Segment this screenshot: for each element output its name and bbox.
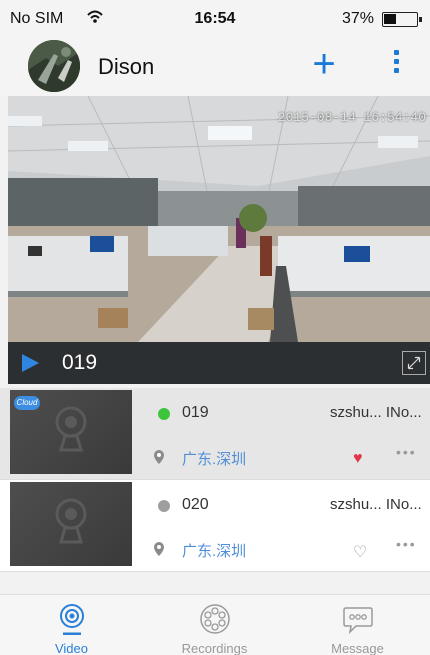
tab-label: Recordings [181, 641, 248, 655]
webcam-icon [55, 406, 87, 452]
video-timestamp: 2015-08-14 16:54:40 [277, 110, 426, 125]
status-bar: No SIM 16:54 37% [0, 0, 430, 36]
location-pin-icon [154, 450, 164, 464]
device-name: 019 [182, 404, 209, 421]
battery-percent: 37% [341, 10, 374, 27]
webcam-icon [55, 498, 87, 544]
location-pin-icon [154, 542, 164, 556]
fullscreen-icon[interactable] [402, 351, 426, 375]
avatar[interactable] [28, 40, 80, 92]
list-item[interactable]: Cloud 019 szshu... INo... 广东.深圳 ♥ ••• [0, 388, 430, 480]
favorite-heart-icon[interactable]: ♡ [353, 542, 367, 562]
offline-status-dot [158, 500, 170, 512]
live-camera-name: 019 [62, 351, 98, 374]
more-dot-icon [393, 50, 399, 55]
device-owner: szshu... INo... [330, 404, 422, 421]
device-thumbnail [10, 482, 132, 566]
favorite-heart-icon[interactable]: ♥ [353, 450, 363, 468]
more-dot-icon [393, 68, 399, 73]
chat-bubble-icon [343, 607, 373, 635]
tab-video[interactable]: Video [0, 595, 143, 655]
film-reel-icon [200, 604, 230, 634]
tab-label: Message [331, 641, 384, 655]
device-list: Cloud 019 szshu... INo... 广东.深圳 ♥ ••• 02… [0, 388, 430, 572]
video-control-bar: 019 [8, 342, 430, 384]
device-more-button[interactable]: ••• [396, 536, 417, 552]
tab-recordings[interactable]: Recordings [143, 595, 286, 655]
more-dot-icon [393, 59, 399, 64]
device-location: 广东.深圳 [182, 451, 247, 468]
more-menu-button[interactable] [384, 46, 408, 86]
device-more-button[interactable]: ••• [396, 444, 417, 460]
app-header: Dison + [0, 36, 430, 96]
device-owner: szshu... INo... [330, 496, 422, 513]
tab-label: Video [54, 641, 88, 655]
bird-photo-icon [28, 40, 80, 92]
device-name: 020 [182, 496, 209, 513]
live-video-feed[interactable]: 2015-08-14 16:54:40 [8, 96, 430, 342]
camera-icon [60, 604, 84, 635]
play-icon[interactable] [20, 353, 40, 373]
username: Dison [98, 54, 155, 79]
add-device-button[interactable]: + [306, 42, 342, 86]
cloud-badge: Cloud [14, 396, 40, 410]
online-status-dot [158, 408, 170, 420]
tab-message[interactable]: Message [286, 595, 429, 655]
device-location: 广东.深圳 [182, 543, 247, 560]
tab-bar: Video Recordings Message [0, 594, 430, 655]
battery-icon [382, 12, 422, 27]
device-thumbnail: Cloud [10, 390, 132, 474]
office-camera-image [8, 96, 430, 342]
list-item[interactable]: 020 szshu... INo... 广东.深圳 ♡ ••• [0, 480, 430, 572]
